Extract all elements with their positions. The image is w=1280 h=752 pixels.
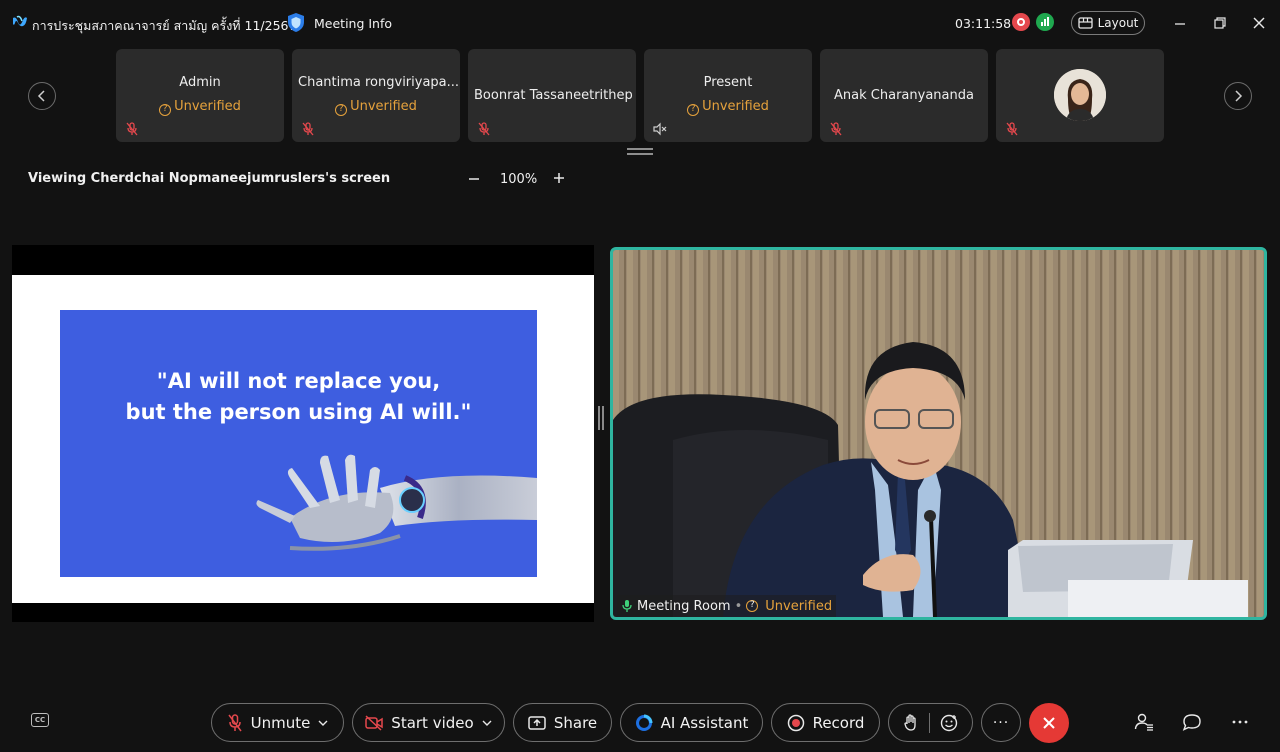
participants-icon xyxy=(1134,713,1153,731)
participant-status: ? Unverified xyxy=(644,99,812,116)
participant-tile[interactable]: Anak Charanyananda xyxy=(820,49,988,142)
zoom-level: 100% xyxy=(500,172,538,187)
strip-resize-handle[interactable] xyxy=(627,148,653,156)
unverified-icon: ? xyxy=(746,600,759,612)
more-options-button[interactable]: ··· xyxy=(981,703,1021,742)
slide-quote: "AI will not replace you, but the person… xyxy=(125,369,472,424)
participant-name: Chantima rongviriyapa... xyxy=(298,75,460,90)
zoom-out-button[interactable] xyxy=(466,168,482,188)
layout-label: Layout xyxy=(1097,16,1139,30)
close-icon[interactable] xyxy=(1249,13,1269,33)
chevron-down-icon[interactable] xyxy=(482,719,492,727)
viewing-screen-label: Viewing Cherdchai Nopmaneejumruslers's s… xyxy=(28,171,391,186)
closed-captions-button[interactable]: CC xyxy=(31,713,49,727)
layout-button[interactable]: Layout xyxy=(1071,11,1145,35)
mic-muted-icon xyxy=(478,122,490,136)
shared-screen[interactable]: "AI will not replace you, but the person… xyxy=(12,245,594,622)
mic-muted-icon xyxy=(1006,122,1018,136)
leave-meeting-button[interactable] xyxy=(1029,703,1069,743)
presentation-slide: "AI will not replace you, but the person… xyxy=(12,275,594,603)
video-participant-status: Unverified xyxy=(765,598,833,614)
unverified-icon: ? xyxy=(335,104,348,116)
participant-name: Admin xyxy=(179,75,221,90)
participant-name: Anak Charanyananda xyxy=(834,88,974,103)
unverified-icon: ? xyxy=(159,104,172,116)
participant-name: Boonrat Tassaneetrithep xyxy=(474,88,633,103)
video-participant-name: Meeting Room xyxy=(637,598,731,614)
video-frame-image xyxy=(613,250,1264,617)
record-button[interactable]: Record xyxy=(771,703,880,742)
meeting-info-link[interactable]: Meeting Info xyxy=(314,16,392,31)
video-name-label: Meeting Room • ? Unverified xyxy=(617,595,837,617)
participant-tile[interactable] xyxy=(996,49,1164,142)
raise-hand-icon[interactable] xyxy=(903,713,919,732)
video-off-icon xyxy=(365,714,384,731)
ai-assistant-icon xyxy=(635,714,653,731)
unmute-button[interactable]: Unmute xyxy=(211,703,344,742)
more-panels-button[interactable] xyxy=(1229,711,1251,733)
share-screen-icon xyxy=(528,715,546,730)
participant-status: ? Unverified xyxy=(116,99,284,116)
active-speaker-video[interactable] xyxy=(610,247,1267,620)
mic-muted-icon xyxy=(126,122,138,136)
chevron-left-icon xyxy=(37,90,45,102)
close-icon xyxy=(1043,717,1055,729)
network-health-icon[interactable] xyxy=(1036,13,1054,31)
emoji-reaction-icon[interactable] xyxy=(940,714,958,732)
chat-panel-button[interactable] xyxy=(1181,711,1203,733)
chevron-down-icon[interactable] xyxy=(318,719,328,727)
ai-assistant-button[interactable]: AI Assistant xyxy=(620,703,763,742)
split-view-handle[interactable] xyxy=(598,406,604,430)
robot-hand-image xyxy=(256,454,537,551)
restore-icon[interactable] xyxy=(1210,13,1230,33)
participant-tile[interactable]: Admin ? Unverified xyxy=(116,49,284,142)
mic-muted-icon xyxy=(830,122,842,136)
participant-tile[interactable]: Chantima rongviriyapa... ? Unverified xyxy=(292,49,460,142)
mic-muted-icon xyxy=(302,122,314,136)
participants-next-button[interactable] xyxy=(1224,82,1252,110)
participant-status: ? Unverified xyxy=(292,99,460,116)
participants-panel-button[interactable] xyxy=(1133,711,1155,733)
unverified-icon: ? xyxy=(687,104,700,116)
minimize-icon[interactable] xyxy=(1170,13,1190,33)
recording-status-icon[interactable] xyxy=(1012,13,1030,31)
chevron-right-icon xyxy=(1235,90,1243,102)
meeting-title: การประชุมสภาคณาจารย์ สามัญ ครั้งที่ 11/2… xyxy=(32,18,297,33)
zoom-in-button[interactable] xyxy=(551,167,567,187)
mic-on-icon xyxy=(622,600,632,612)
reactions-group[interactable] xyxy=(888,703,973,742)
share-button[interactable]: Share xyxy=(513,703,612,742)
participant-tile[interactable]: Present ? Unverified xyxy=(644,49,812,142)
speaker-muted-icon xyxy=(653,122,667,136)
record-icon xyxy=(787,714,804,731)
webex-logo-icon xyxy=(13,15,27,27)
title-bar: การประชุมสภาคณาจารย์ สามัญ ครั้งที่ 11/2… xyxy=(0,0,1280,46)
more-icon xyxy=(1232,720,1248,724)
security-shield-icon[interactable] xyxy=(287,12,305,33)
participants-prev-button[interactable] xyxy=(28,82,56,110)
avatar xyxy=(1054,69,1106,121)
layout-icon xyxy=(1077,17,1093,29)
participant-tile[interactable]: Boonrat Tassaneetrithep xyxy=(468,49,636,142)
slide-content: "AI will not replace you, but the person… xyxy=(60,310,537,577)
mic-muted-icon xyxy=(228,713,242,731)
participant-name: Present xyxy=(703,75,753,90)
meeting-timer: 03:11:58 xyxy=(955,16,1012,31)
chat-icon xyxy=(1182,714,1201,731)
start-video-button[interactable]: Start video xyxy=(352,703,505,742)
more-icon: ··· xyxy=(992,714,1010,731)
